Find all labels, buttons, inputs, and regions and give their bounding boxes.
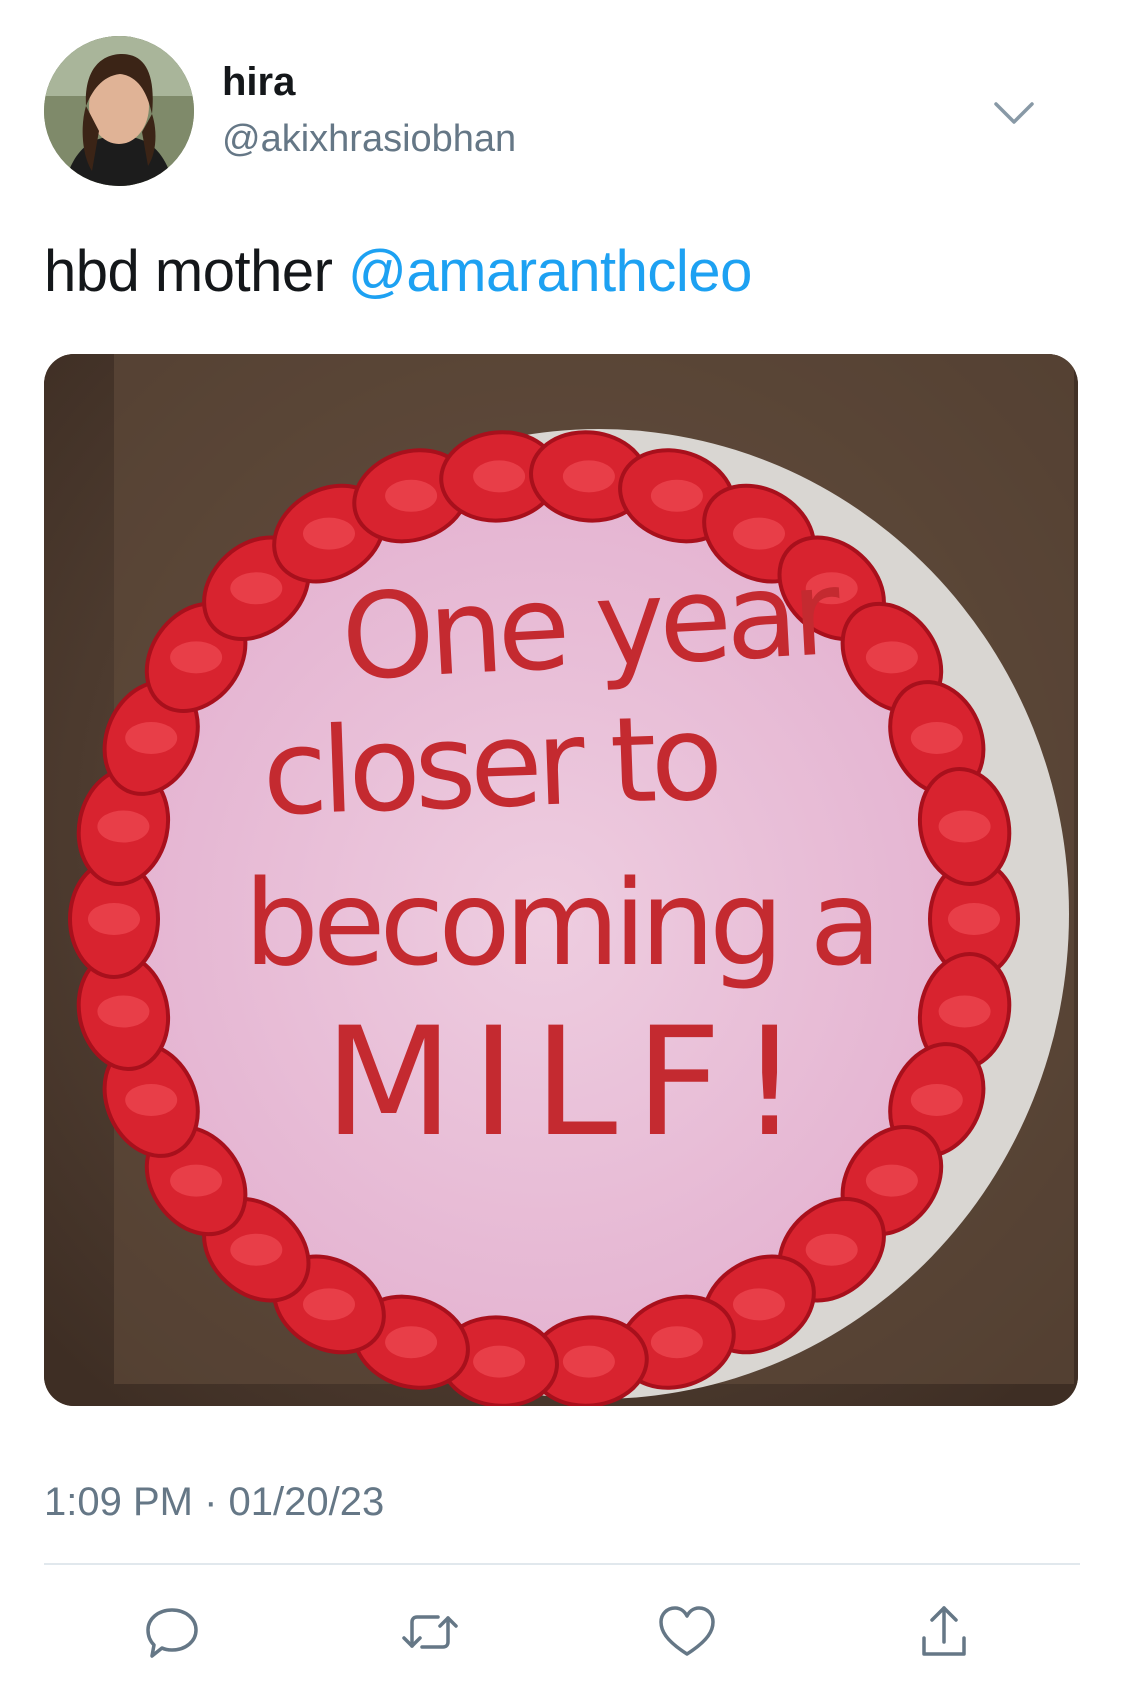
heart-icon <box>659 1606 715 1656</box>
cake-line-2: closer to <box>260 688 719 842</box>
piping-highlight <box>910 1084 963 1116</box>
avatar[interactable] <box>44 36 194 186</box>
tweet-text: hbd mother @amaranthcleo <box>44 238 752 305</box>
like-button[interactable] <box>655 1600 719 1664</box>
display-name[interactable]: hira <box>222 60 295 105</box>
piping-highlight <box>562 1345 615 1378</box>
piping-highlight <box>938 995 991 1028</box>
cake-line-4: MILF! <box>324 996 818 1170</box>
divider <box>44 1563 1080 1565</box>
piping-highlight <box>650 1326 703 1359</box>
comment-icon <box>146 1608 198 1658</box>
piping-highlight <box>865 1164 918 1197</box>
piping-highlight <box>303 517 355 550</box>
piping-highlight <box>473 460 526 493</box>
avatar-photo <box>44 36 194 186</box>
retweet-icon <box>402 1615 458 1649</box>
cake-line-1: One year <box>338 543 844 707</box>
piping-highlight <box>230 1233 283 1266</box>
cake-photo: One year closer to becoming a MILF! <box>44 354 1078 1406</box>
piping-highlight <box>303 1288 355 1321</box>
piping-highlight <box>948 903 1000 935</box>
mention-link[interactable]: @amaranthcleo <box>348 239 752 304</box>
share-button[interactable] <box>912 1600 976 1664</box>
piping-highlight <box>473 1345 526 1378</box>
piping-highlight <box>170 1164 223 1197</box>
piping-highlight <box>805 1233 858 1266</box>
retweet-button[interactable] <box>398 1600 462 1664</box>
piping-highlight <box>97 810 150 843</box>
piping-highlight <box>88 903 140 935</box>
action-bar <box>0 1590 1125 1680</box>
tweet-text-body: hbd mother <box>44 239 349 304</box>
piping-highlight <box>385 1326 438 1359</box>
piping-highlight <box>938 810 991 843</box>
piping-highlight <box>910 722 963 754</box>
piping-highlight <box>650 479 703 512</box>
piping-highlight <box>865 641 918 674</box>
piping-highlight <box>230 572 283 605</box>
piping-highlight <box>125 722 178 754</box>
share-icon <box>922 1606 966 1656</box>
piping-highlight <box>562 460 615 493</box>
cake-line-3: becoming a <box>244 854 876 992</box>
piping-highlight <box>733 1288 785 1321</box>
piping-highlight <box>170 641 223 674</box>
chevron-down-icon[interactable] <box>992 98 1036 128</box>
tweet-image[interactable]: One year closer to becoming a MILF! <box>44 354 1078 1406</box>
piping-highlight <box>733 517 785 550</box>
tweet-timestamp[interactable]: 1:09 PM · 01/20/23 <box>44 1480 384 1525</box>
reply-button[interactable] <box>140 1600 204 1664</box>
piping-highlight <box>97 995 150 1028</box>
tweet-header: hira @akixhrasiobhan <box>44 36 1084 186</box>
piping-highlight <box>125 1084 178 1116</box>
user-handle[interactable]: @akixhrasiobhan <box>222 118 516 161</box>
piping-highlight <box>385 479 438 512</box>
